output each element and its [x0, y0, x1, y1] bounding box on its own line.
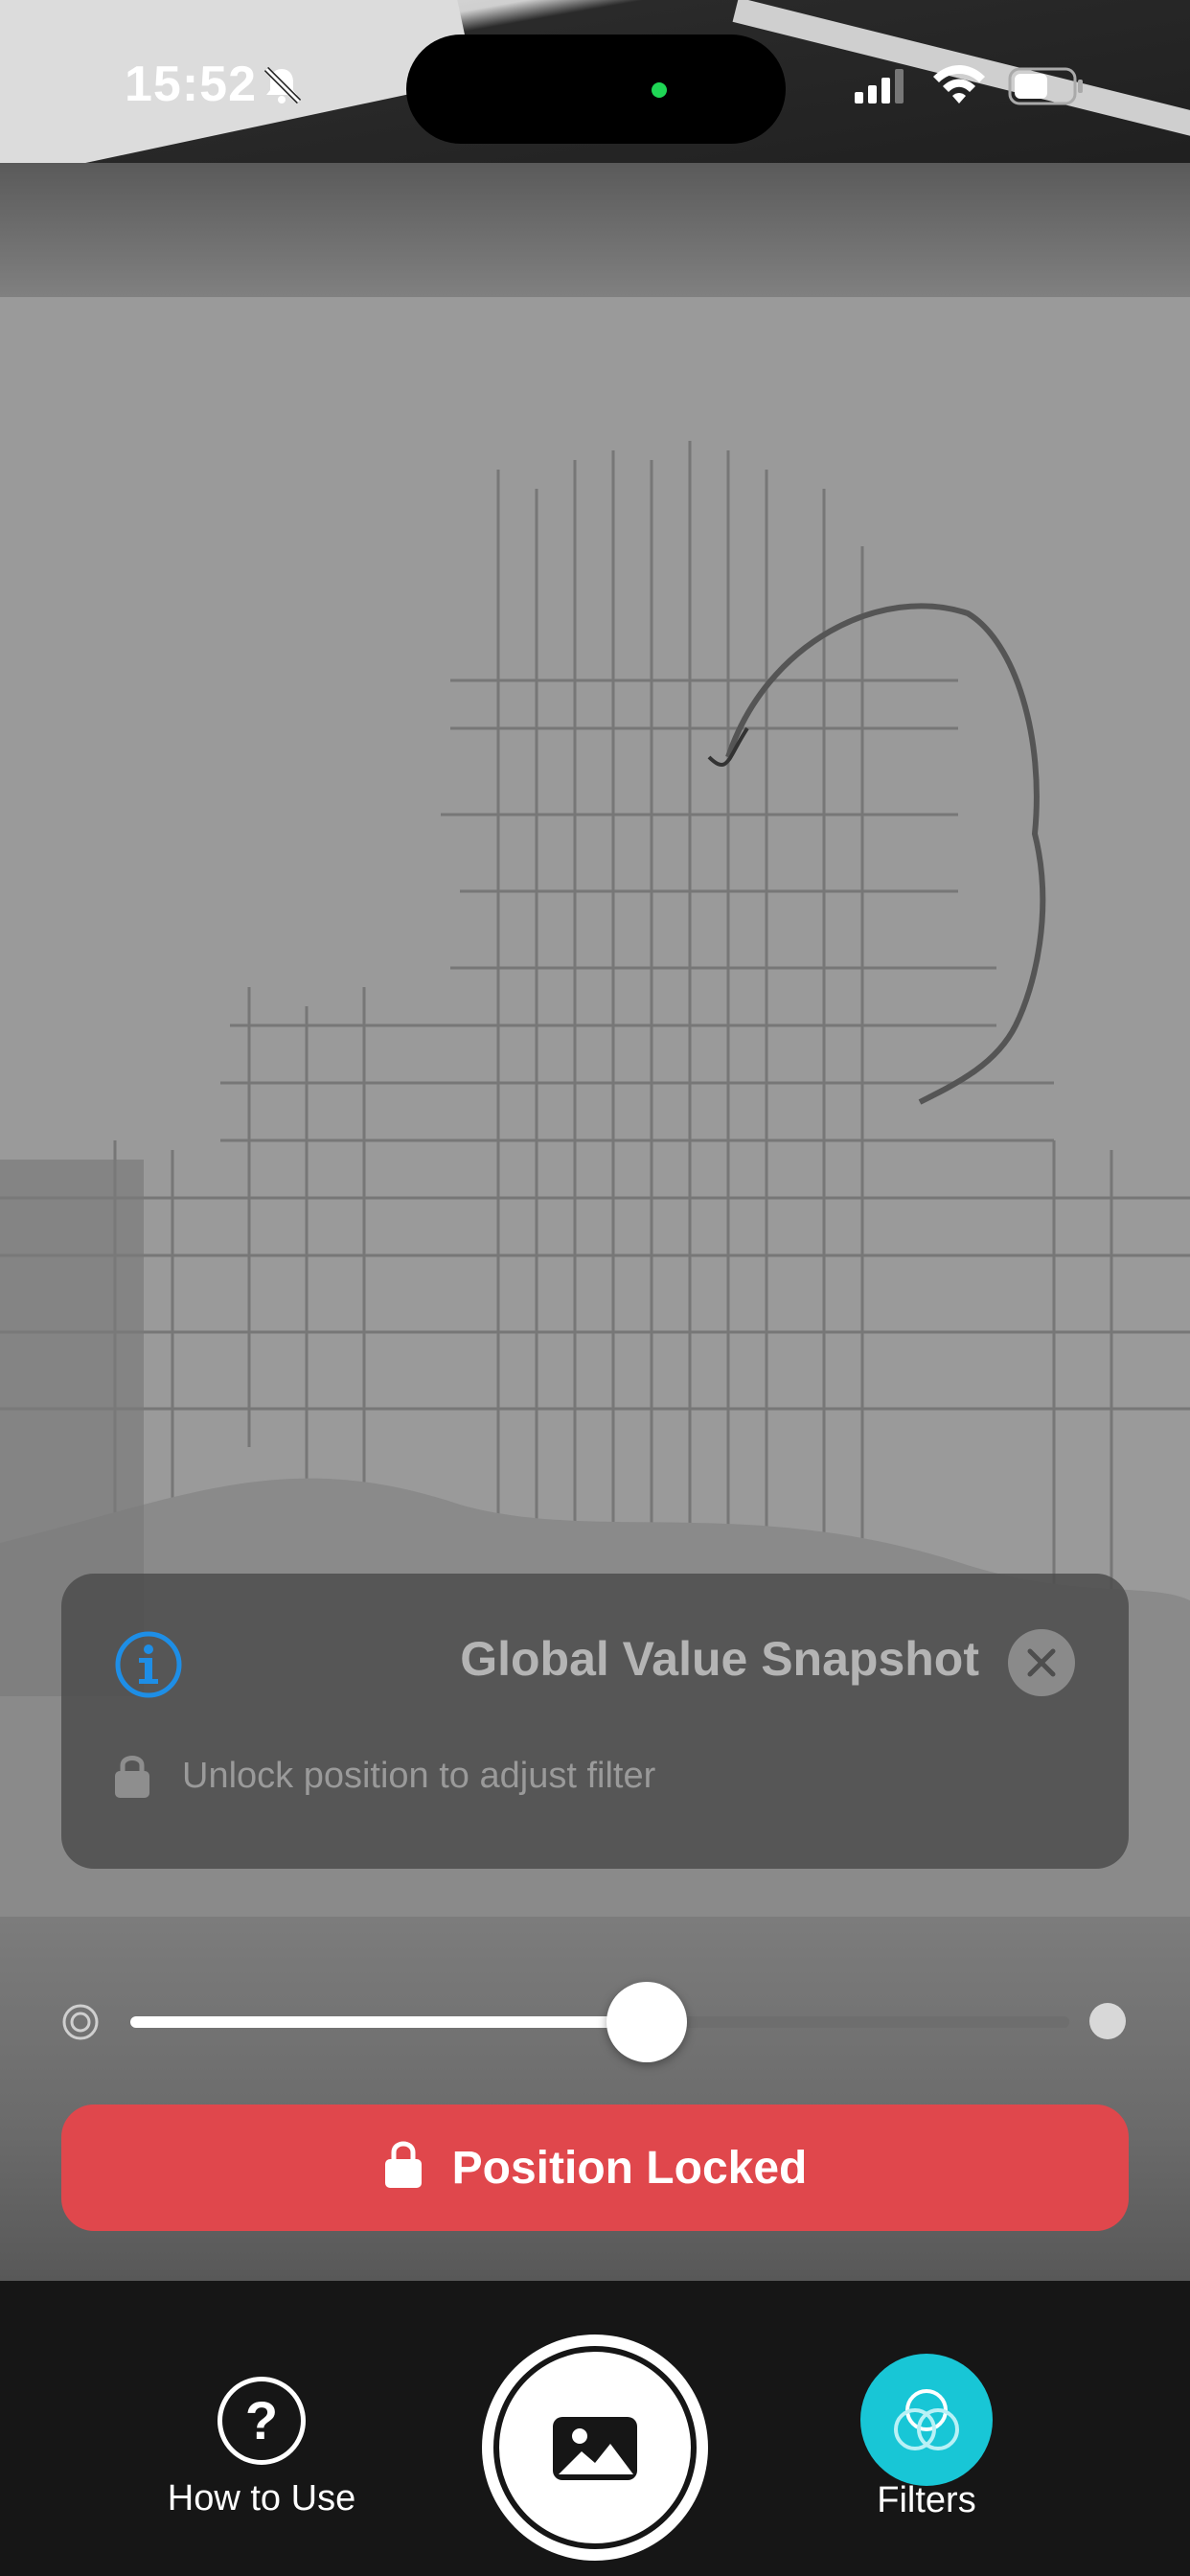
info-panel-title: Global Value Snapshot	[460, 1632, 979, 1686]
signal-icon	[855, 69, 908, 108]
slider-thumb[interactable]	[606, 1982, 687, 2062]
how-to-use-label: How to Use	[167, 2478, 356, 2518]
filters-icon	[894, 2389, 959, 2450]
filters-icon-circle	[860, 2354, 993, 2486]
close-button[interactable]	[1008, 1629, 1075, 1696]
gallery-icon	[553, 2417, 637, 2480]
slider-min-icon	[61, 2003, 100, 2046]
help-icon: ?	[217, 2377, 306, 2465]
wifi-icon	[931, 63, 987, 110]
info-icon[interactable]	[113, 1629, 184, 1705]
bell-slash-icon	[261, 63, 303, 110]
background-band	[0, 163, 1190, 297]
lock-icon	[383, 2138, 423, 2195]
close-icon	[1027, 1648, 1056, 1677]
slider-max-icon	[1089, 2003, 1126, 2039]
camera-in-use-indicator	[652, 82, 667, 98]
position-locked-label: Position Locked	[451, 2142, 808, 2194]
dynamic-island	[406, 34, 786, 144]
battery-icon	[1008, 67, 1085, 110]
lock-icon	[113, 1752, 151, 1805]
status-time: 15:52	[125, 57, 257, 112]
filters-button[interactable]: Filters	[835, 2354, 1018, 2536]
position-locked-button[interactable]: Position Locked	[61, 2104, 1129, 2231]
gallery-button[interactable]	[482, 2334, 708, 2561]
info-panel-hint: Unlock position to adjust filter	[182, 1756, 656, 1796]
how-to-use-button[interactable]: ? How to Use	[134, 2377, 389, 2520]
filters-label: Filters	[877, 2480, 976, 2520]
slider-fill	[130, 2016, 647, 2028]
opacity-slider[interactable]	[130, 1982, 1069, 2062]
info-panel: Global Value Snapshot Unlock position to…	[61, 1574, 1129, 1869]
